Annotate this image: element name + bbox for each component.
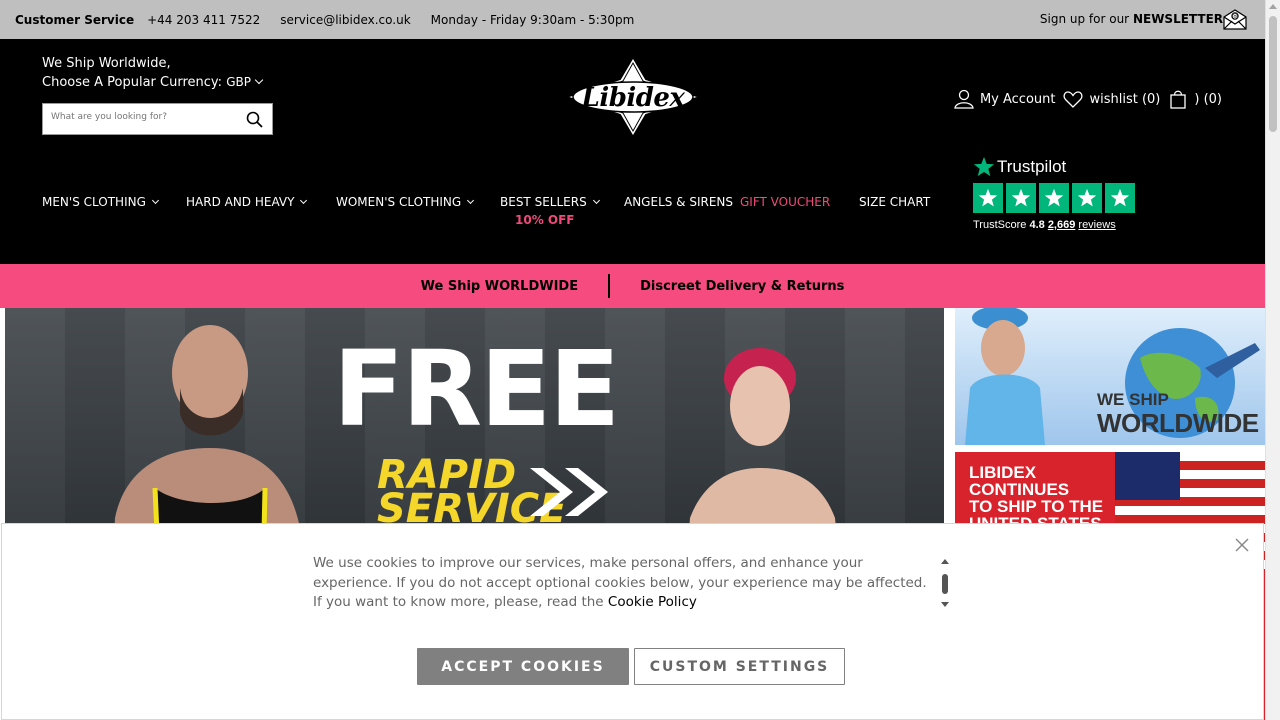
star-icon (1006, 183, 1036, 213)
nav-label: WOMEN'S CLOTHING (336, 195, 462, 209)
trustscore-line: TrustScore 4.8 2,669 reviews (973, 219, 1143, 231)
promo-worldwide[interactable]: We Ship WORLDWIDE (421, 279, 578, 294)
chevron-down-icon (300, 196, 308, 205)
my-account-link[interactable]: My Account (980, 92, 1056, 107)
star-icon (1105, 183, 1135, 213)
ship-banner-line1: WE SHIP (1097, 390, 1169, 409)
nav-mens-clothing[interactable]: MEN'S CLOTHING (42, 195, 186, 209)
opening-hours: Monday - Friday 9:30am - 5:30pm (430, 12, 635, 27)
nav-label: SIZE CHART (859, 195, 931, 209)
shipping-currency-block: We Ship Worldwide, Choose A Popular Curr… (42, 55, 264, 92)
newsletter-prefix: Sign up for our (1039, 12, 1130, 26)
ship-worldwide-text: We Ship Worldwide, (42, 56, 171, 71)
cookie-policy-link[interactable]: Cookie Policy (608, 594, 697, 610)
newsletter-envelope-icon[interactable]: @ (1223, 8, 1247, 30)
main-navigation: MEN'S CLOTHING HARD AND HEAVY WOMEN'S CL… (42, 195, 939, 227)
trustpilot-stars (973, 183, 1143, 213)
nav-best-sellers[interactable]: BEST SELLERS 10% OFF (500, 195, 624, 227)
cookie-consent-panel: We use cookies to improve our services, … (1, 523, 1264, 720)
promo-discreet-delivery[interactable]: Discreet Delivery & Returns (640, 279, 844, 294)
email-link[interactable]: service@libidex.co.uk (280, 13, 410, 27)
page: Customer Service +44 203 411 7522 servic… (0, 0, 1280, 720)
nav-label: ANGELS & SIRENS (624, 195, 734, 209)
svg-text:@: @ (1232, 13, 1238, 20)
scrollbar-thumb[interactable] (1269, 16, 1277, 132)
nav-label: GIFT VOUCHER (740, 195, 831, 209)
logo-text: Libidex (581, 83, 685, 113)
usa-line2: CONTINUES (969, 480, 1070, 499)
top-utility-bar: Customer Service +44 203 411 7522 servic… (0, 0, 1265, 39)
nav-gift-voucher[interactable]: GIFT VOUCHER (740, 195, 859, 209)
trustscore-label: TrustScore (973, 219, 1027, 231)
page-scrollbar[interactable] (1265, 0, 1280, 720)
search-icon[interactable] (246, 111, 263, 128)
promo-bar: We Ship WORLDWIDE Discreet Delivery & Re… (0, 264, 1265, 308)
promo-divider (608, 274, 611, 298)
nav-womens-clothing[interactable]: WOMEN'S CLOTHING (336, 195, 500, 209)
reviews-word-link[interactable]: reviews (1078, 219, 1115, 231)
hero-headline: FREE (333, 328, 620, 450)
wishlist-link[interactable]: wishlist (0) (1089, 92, 1160, 107)
search-input[interactable] (51, 112, 236, 122)
double-arrow-icon (530, 468, 608, 516)
account-area: My Account wishlist (0) ) (0) (954, 89, 1222, 109)
nav-label: HARD AND HEAVY (186, 195, 295, 209)
user-icon[interactable] (954, 89, 974, 109)
chevron-down-icon (467, 196, 475, 205)
chevron-down-icon (592, 196, 600, 205)
search-box (42, 103, 273, 135)
trustpilot-brand: Trustpilot (997, 157, 1067, 176)
usa-line1: LIBIDEX (969, 463, 1037, 482)
customer-service-label: Customer Service (15, 12, 135, 27)
side-banner-ship-worldwide[interactable]: WE SHIP WORLDWIDE (955, 308, 1265, 445)
best-sellers-discount: 10% OFF (515, 213, 575, 227)
star-icon (1039, 183, 1069, 213)
shopping-bag-icon[interactable] (1168, 89, 1188, 109)
newsletter-link[interactable]: Sign up for our NEWSLETTER (1040, 12, 1223, 26)
nav-angels-sirens[interactable]: ANGELS & SIRENS (624, 195, 740, 209)
custom-settings-button[interactable]: CUSTOM SETTINGS (634, 648, 845, 685)
nav-label: MEN'S CLOTHING (42, 195, 146, 209)
cookie-message-scrollbar[interactable] (940, 558, 950, 608)
trustpilot-title: Trustpilot (973, 156, 1143, 178)
usa-line3: TO SHIP TO THE (969, 497, 1104, 516)
nav-label: BEST SELLERS (500, 195, 587, 209)
libidex-logo[interactable]: Libidex (562, 55, 704, 139)
trustpilot-widget[interactable]: Trustpilot TrustScore 4.8 2,669 reviews (973, 156, 1143, 231)
ship-banner-line2: WORLDWIDE (1097, 408, 1259, 438)
currency-prompt: Choose A Popular Currency: (42, 75, 223, 90)
trustscore-value: 4.8 (1029, 219, 1045, 231)
currency-value: GBP (226, 75, 251, 89)
accept-cookies-button[interactable]: ACCEPT COOKIES (417, 648, 629, 685)
phone-link[interactable]: +44 203 411 7522 (147, 13, 260, 27)
close-icon[interactable] (1235, 538, 1249, 552)
heart-icon[interactable] (1063, 89, 1083, 109)
trustpilot-star-icon (973, 156, 995, 177)
site-header: We Ship Worldwide, Choose A Popular Curr… (0, 39, 1265, 264)
newsletter-word: NEWSLETTER (1132, 12, 1223, 26)
currency-selector[interactable]: Choose A Popular Currency: GBP (42, 73, 264, 92)
star-icon (973, 183, 1003, 213)
cookie-message: We use cookies to improve our services, … (313, 554, 938, 613)
star-icon (1072, 183, 1102, 213)
usa-banner-text: LIBIDEX CONTINUES TO SHIP TO THE UNITED … (969, 464, 1103, 532)
chevron-down-icon (254, 75, 264, 85)
nav-size-chart[interactable]: SIZE CHART (859, 195, 939, 209)
scroll-up-arrow-icon[interactable] (1269, 4, 1277, 9)
nav-hard-and-heavy[interactable]: HARD AND HEAVY (186, 195, 336, 209)
usa-flag-canton (1115, 452, 1180, 500)
reviews-count-link[interactable]: 2,669 (1048, 219, 1076, 231)
cart-link[interactable]: ) (0) (1194, 92, 1222, 107)
chevron-down-icon (151, 196, 159, 205)
